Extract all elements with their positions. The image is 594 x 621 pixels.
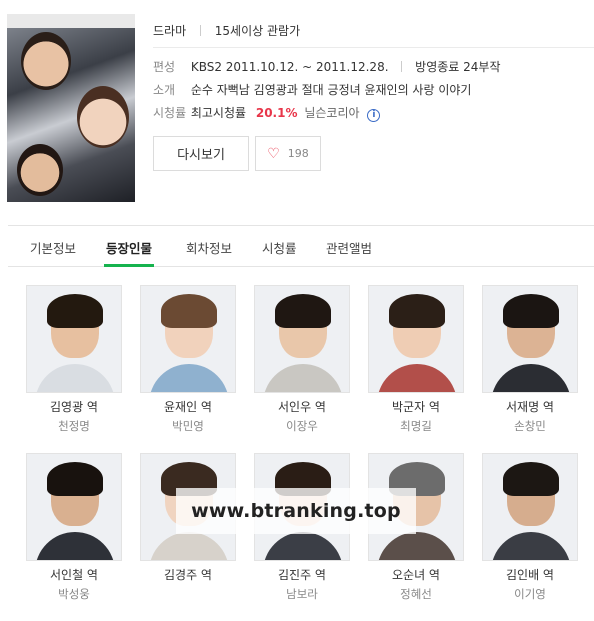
broadcast-label: 편성 bbox=[153, 60, 176, 74]
ratings-label: 시청률 bbox=[153, 106, 187, 120]
cast-photo-hair bbox=[503, 294, 559, 328]
drama-poster[interactable] bbox=[7, 14, 135, 202]
rewatch-label: 다시보기 bbox=[177, 148, 225, 163]
like-count: 198 bbox=[287, 147, 309, 160]
tab-ratings[interactable]: 시청률 bbox=[262, 238, 297, 257]
cast-actor[interactable]: 남보라 bbox=[254, 586, 350, 602]
cast-photo-body bbox=[35, 532, 115, 560]
divider bbox=[153, 47, 594, 48]
cast-card[interactable]: 윤재인 역박민영 bbox=[140, 285, 236, 434]
cast-photo[interactable] bbox=[254, 285, 350, 393]
cast-photo-hair bbox=[275, 294, 331, 328]
cast-photo-hair bbox=[161, 294, 217, 328]
tab-albums[interactable]: 관련앨범 bbox=[326, 238, 372, 257]
cast-role[interactable]: 박군자 역 bbox=[368, 398, 464, 415]
cast-photo[interactable] bbox=[482, 453, 578, 561]
cast-photo-body bbox=[263, 364, 343, 392]
cast-photo-body bbox=[377, 364, 457, 392]
intro-value: 순수 자뻑남 김영광과 절대 긍정녀 윤재인의 사랑 이야기 bbox=[190, 83, 472, 97]
tab-basic-info[interactable]: 기본정보 bbox=[30, 238, 76, 257]
cast-photo-body bbox=[491, 364, 571, 392]
tab-characters[interactable]: 등장인물 bbox=[103, 238, 155, 267]
ratings-row: 시청률 최고시청률 20.1% 닐슨코리아 i bbox=[153, 104, 381, 122]
cast-card[interactable]: 김영광 역천정명 bbox=[26, 285, 122, 434]
cast-actor[interactable]: 이기영 bbox=[482, 586, 578, 602]
cast-photo-body bbox=[149, 532, 229, 560]
tab-bar: 기본정보 등장인물 회차정보 시청률 관련앨범 bbox=[8, 225, 594, 267]
genre-row: 드라마 15세이상 관람가 bbox=[153, 22, 300, 39]
cast-actor[interactable]: 천정명 bbox=[26, 418, 122, 434]
cast-role[interactable]: 김경주 역 bbox=[140, 566, 236, 583]
cast-card[interactable]: 김인배 역이기영 bbox=[482, 453, 578, 602]
cast-photo[interactable] bbox=[482, 285, 578, 393]
divider bbox=[401, 61, 403, 72]
tab-episodes[interactable]: 회차정보 bbox=[186, 238, 232, 257]
info-icon[interactable]: i bbox=[367, 109, 381, 122]
intro-row: 소개 순수 자뻑남 김영광과 절대 긍정녀 윤재인의 사랑 이야기 bbox=[153, 81, 471, 98]
genre-label: 드라마 bbox=[153, 24, 187, 38]
broadcast-status: 방영종료 24부작 bbox=[415, 60, 501, 74]
poster-face bbox=[77, 86, 129, 148]
cast-role[interactable]: 서인철 역 bbox=[26, 566, 122, 583]
cast-actor[interactable]: 최명길 bbox=[368, 418, 464, 434]
cast-photo-hair bbox=[503, 462, 559, 496]
broadcast-row: 편성 KBS2 2011.10.12. ~ 2011.12.28. 방영종료 2… bbox=[153, 58, 501, 75]
cast-photo-hair bbox=[47, 462, 103, 496]
cast-photo[interactable] bbox=[140, 285, 236, 393]
cast-photo-body bbox=[263, 532, 343, 560]
watermark: www.btranking.top bbox=[176, 488, 416, 534]
ratings-value: 20.1% bbox=[255, 106, 298, 120]
cast-photo-body bbox=[377, 532, 457, 560]
cast-photo[interactable] bbox=[26, 453, 122, 561]
ratings-prefix: 최고시청률 bbox=[190, 106, 247, 120]
cast-photo-hair bbox=[389, 294, 445, 328]
cast-actor[interactable]: 박성웅 bbox=[26, 586, 122, 602]
heart-icon: ♡ bbox=[267, 145, 280, 162]
cast-card[interactable]: 서재명 역손창민 bbox=[482, 285, 578, 434]
poster-face bbox=[21, 32, 71, 90]
cast-photo-hair bbox=[47, 294, 103, 328]
divider bbox=[199, 25, 201, 36]
cast-role[interactable]: 오순녀 역 bbox=[368, 566, 464, 583]
cast-role[interactable]: 김진주 역 bbox=[254, 566, 350, 583]
intro-label: 소개 bbox=[153, 83, 176, 97]
rewatch-button[interactable]: 다시보기 bbox=[153, 136, 249, 171]
cast-actor[interactable]: 이장우 bbox=[254, 418, 350, 434]
cast-role[interactable]: 서재명 역 bbox=[482, 398, 578, 415]
cast-card[interactable]: 서인철 역박성웅 bbox=[26, 453, 122, 602]
cast-photo-body bbox=[149, 364, 229, 392]
poster-header-strip bbox=[7, 14, 135, 28]
cast-role[interactable]: 김인배 역 bbox=[482, 566, 578, 583]
cast-actor[interactable]: 박민영 bbox=[140, 418, 236, 434]
cast-role[interactable]: 윤재인 역 bbox=[140, 398, 236, 415]
cast-actor[interactable]: 손창민 bbox=[482, 418, 578, 434]
cast-photo[interactable] bbox=[26, 285, 122, 393]
like-button[interactable]: ♡ 198 bbox=[255, 136, 321, 171]
poster-face bbox=[17, 144, 63, 196]
ratings-source[interactable]: 닐슨코리아 bbox=[304, 106, 359, 120]
cast-actor[interactable]: 정혜선 bbox=[368, 586, 464, 602]
broadcast-value: KBS2 2011.10.12. ~ 2011.12.28. bbox=[190, 60, 389, 74]
cast-photo[interactable] bbox=[368, 285, 464, 393]
cast-card[interactable]: 서인우 역이장우 bbox=[254, 285, 350, 434]
cast-role[interactable]: 김영광 역 bbox=[26, 398, 122, 415]
cast-card[interactable]: 박군자 역최명길 bbox=[368, 285, 464, 434]
cast-photo-body bbox=[491, 532, 571, 560]
cast-photo-body bbox=[35, 364, 115, 392]
cast-role[interactable]: 서인우 역 bbox=[254, 398, 350, 415]
age-rating: 15세이상 관람가 bbox=[214, 24, 301, 38]
